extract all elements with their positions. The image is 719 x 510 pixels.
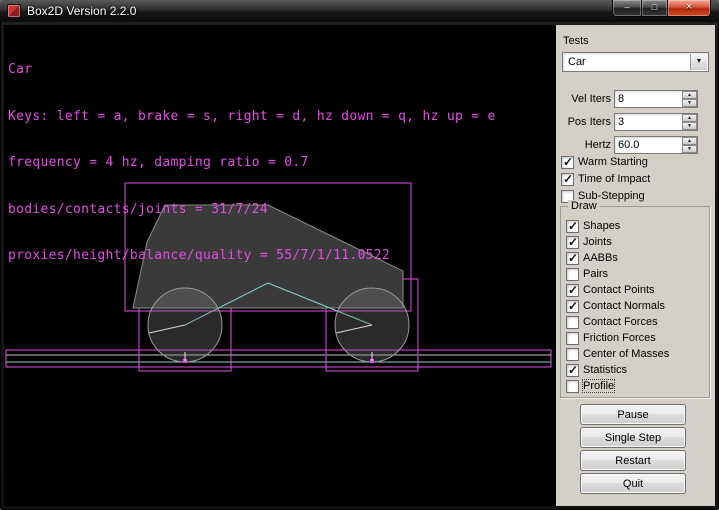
proxies-stats-line: proxies/height/balance/quality = 55/7/1/…	[8, 248, 496, 264]
checkbox-label: Pairs	[583, 268, 608, 280]
checkbox-box[interactable]	[561, 173, 574, 186]
pause-button[interactable]: Pause	[580, 404, 686, 425]
checkbox-box[interactable]	[566, 380, 579, 393]
window-title: Box2D Version 2.2.0	[27, 4, 136, 18]
simulation-canvas[interactable]: Car Keys: left = a, brake = s, right = d…	[4, 25, 556, 506]
minimize-button[interactable]: –	[612, 0, 641, 17]
checkbox-box[interactable]	[566, 316, 579, 329]
draw-group-legend: Draw	[568, 200, 600, 212]
checkbox-box[interactable]	[566, 284, 579, 297]
window-controls: – □ ×	[612, 0, 711, 17]
checkbox-box[interactable]	[566, 348, 579, 361]
checkbox-box[interactable]	[561, 156, 574, 169]
control-panel: Tests Car ▼ Vel Iters ▲ ▼ Pos Iters ▲ ▼ …	[556, 25, 715, 506]
restart-button[interactable]: Restart	[580, 450, 686, 471]
checkbox-label: Contact Points	[583, 284, 655, 296]
checkbox-label: Time of Impact	[578, 173, 650, 185]
checkbox-box[interactable]	[566, 364, 579, 377]
test-title-line: Car	[8, 62, 496, 78]
checkbox-center-of-masses[interactable]: Center of Masses	[566, 347, 709, 361]
vel-iters-spinner: ▲ ▼	[682, 91, 697, 107]
checkbox-friction-forces[interactable]: Friction Forces	[566, 331, 709, 345]
checkbox-contact-forces[interactable]: Contact Forces	[566, 315, 709, 329]
titlebar[interactable]: Box2D Version 2.2.0 – □ ×	[0, 0, 719, 22]
quit-button[interactable]: Quit	[580, 473, 686, 494]
checkbox-box[interactable]	[566, 220, 579, 233]
pos-iters-label: Pos Iters	[568, 116, 611, 128]
checkbox-label: AABBs	[583, 252, 618, 264]
spinner-down-icon[interactable]: ▼	[682, 99, 697, 107]
tests-dropdown-value: Car	[568, 56, 586, 68]
checkbox-pairs[interactable]: Pairs	[566, 267, 709, 281]
spinner-down-icon[interactable]: ▼	[682, 145, 697, 153]
checkbox-contact-points[interactable]: Contact Points	[566, 283, 709, 297]
ground-aabb	[6, 350, 551, 367]
hertz-spinner: ▲ ▼	[682, 137, 697, 153]
checkbox-profile[interactable]: Profile	[566, 379, 709, 393]
vel-iters-label: Vel Iters	[571, 93, 611, 105]
app-icon	[7, 4, 21, 18]
chevron-down-icon[interactable]: ▼	[690, 54, 707, 70]
checkbox-label: Center of Masses	[583, 348, 669, 360]
pos-iters-spinner: ▲ ▼	[682, 114, 697, 130]
checkbox-contact-normals[interactable]: Contact Normals	[566, 299, 709, 313]
keys-help-line: Keys: left = a, brake = s, right = d, hz…	[8, 109, 496, 125]
tests-dropdown[interactable]: Car ▼	[562, 52, 709, 72]
checkbox-label: Contact Forces	[583, 316, 658, 328]
spinner-up-icon[interactable]: ▲	[682, 137, 697, 145]
spinner-down-icon[interactable]: ▼	[682, 122, 697, 130]
frequency-line: frequency = 4 hz, damping ratio = 0.7	[8, 155, 496, 171]
tests-label: Tests	[563, 35, 589, 47]
checkbox-label: Warm Starting	[578, 156, 648, 168]
pos-iters-row: Pos Iters ▲ ▼	[556, 113, 715, 131]
checkbox-warm-starting[interactable]: Warm Starting	[561, 155, 648, 169]
checkbox-label: Friction Forces	[583, 332, 656, 344]
checkbox-label: Profile	[583, 380, 614, 392]
maximize-button[interactable]: □	[641, 0, 668, 17]
checkbox-statistics[interactable]: Statistics	[566, 363, 709, 377]
checkbox-label: Joints	[583, 236, 612, 248]
checkbox-aabbs[interactable]: AABBs	[566, 251, 709, 265]
spinner-up-icon[interactable]: ▲	[682, 114, 697, 122]
spinner-up-icon[interactable]: ▲	[682, 91, 697, 99]
checkbox-shapes[interactable]: Shapes	[566, 219, 709, 233]
draw-groupbox: Draw Shapes Joints AABBs Pairs Contact P…	[560, 206, 710, 398]
single-step-button[interactable]: Single Step	[580, 427, 686, 448]
debug-text: Car Keys: left = a, brake = s, right = d…	[8, 31, 496, 295]
checkbox-box[interactable]	[566, 300, 579, 313]
hertz-label: Hertz	[585, 139, 611, 151]
checkbox-joints[interactable]: Joints	[566, 235, 709, 249]
checkbox-box[interactable]	[566, 268, 579, 281]
checkbox-label: Shapes	[583, 220, 620, 232]
checkbox-label: Contact Normals	[583, 300, 665, 312]
checkbox-label: Statistics	[583, 364, 627, 376]
close-button[interactable]: ×	[668, 0, 711, 17]
app-window: Box2D Version 2.2.0 – □ ×	[0, 0, 719, 510]
checkbox-box[interactable]	[566, 332, 579, 345]
checkbox-time-of-impact[interactable]: Time of Impact	[561, 172, 650, 186]
hertz-row: Hertz ▲ ▼	[556, 136, 715, 154]
bodies-stats-line: bodies/contacts/joints = 31/7/24	[8, 202, 496, 218]
checkbox-box[interactable]	[566, 236, 579, 249]
vel-iters-row: Vel Iters ▲ ▼	[556, 90, 715, 108]
checkbox-box[interactable]	[566, 252, 579, 265]
